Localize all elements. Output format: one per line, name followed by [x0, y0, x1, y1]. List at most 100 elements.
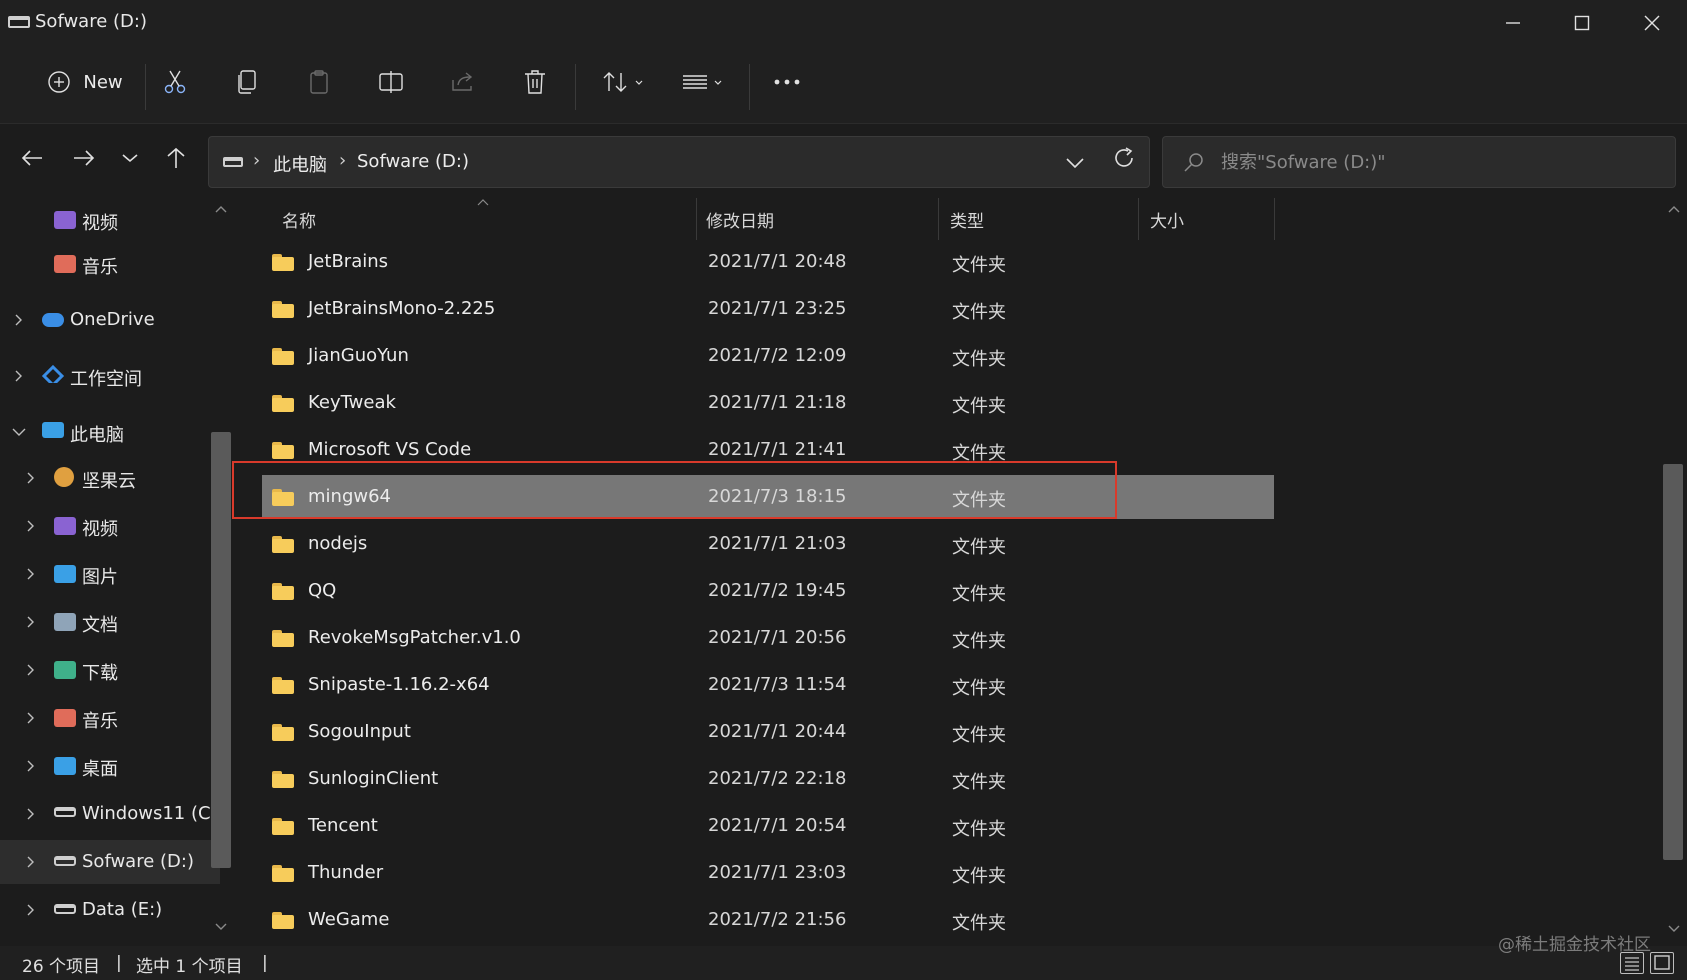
file-row[interactable]: SogouInput 2021/7/1 20:44 文件夹 — [262, 710, 1274, 754]
chevron-right-icon[interactable] — [24, 855, 38, 869]
scroll-up-icon[interactable] — [1667, 204, 1681, 214]
file-name: KeyTweak — [308, 392, 396, 413]
maximize-button[interactable] — [1547, 0, 1617, 46]
sidebar-item-drive-e[interactable]: Data (E:) — [0, 888, 220, 932]
copy-button[interactable] — [227, 58, 267, 106]
sidebar-item-desktop[interactable]: 桌面 — [0, 744, 220, 788]
file-modified-date: 2021/7/2 21:56 — [708, 909, 847, 930]
column-divider[interactable] — [696, 198, 697, 240]
file-row[interactable]: JianGuoYun 2021/7/2 12:09 文件夹 — [262, 334, 1274, 378]
chevron-down-icon[interactable] — [12, 425, 26, 439]
recent-locations-button[interactable] — [110, 138, 150, 178]
status-separator: | — [116, 953, 122, 973]
up-button[interactable] — [156, 138, 196, 178]
file-row[interactable]: JetBrainsMono-2.225 2021/7/1 23:25 文件夹 — [262, 287, 1274, 331]
sidebar-item-nutstore[interactable]: 坚果云 — [0, 456, 220, 500]
navigation-bar: › 此电脑 › Sofware (D:) — [0, 124, 1687, 198]
file-type: 文件夹 — [952, 819, 1006, 840]
file-list-scrollbar-thumb[interactable] — [1663, 464, 1683, 860]
rename-button[interactable] — [371, 58, 411, 106]
chevron-right-icon[interactable] — [12, 369, 26, 383]
sidebar-item-music[interactable]: 音乐 — [0, 696, 220, 740]
sidebar-item-pictures[interactable]: 图片 — [0, 552, 220, 596]
scroll-down-icon[interactable] — [214, 922, 228, 932]
search-icon — [1184, 153, 1203, 172]
chevron-right-icon[interactable] — [12, 313, 26, 327]
file-row[interactable]: QQ 2021/7/2 19:45 文件夹 — [262, 569, 1274, 613]
sidebar-item-onedrive[interactable]: OneDrive — [0, 298, 220, 342]
chevron-right-icon[interactable] — [24, 759, 38, 773]
breadcrumb-this-pc[interactable]: 此电脑 — [273, 151, 327, 177]
view-button[interactable] — [676, 58, 730, 106]
search-box[interactable] — [1162, 136, 1676, 188]
forward-button[interactable] — [64, 138, 104, 178]
file-row[interactable]: Thunder 2021/7/1 23:03 文件夹 — [262, 851, 1274, 895]
file-type: 文件夹 — [952, 302, 1006, 323]
breadcrumb-drive[interactable]: Sofware (D:) — [357, 151, 469, 172]
column-divider[interactable] — [1138, 198, 1139, 240]
file-row[interactable]: KeyTweak 2021/7/1 21:18 文件夹 — [262, 381, 1274, 425]
column-header-name[interactable]: 名称 — [282, 198, 316, 240]
sidebar-item-label: Windows11 (C — [82, 803, 211, 824]
folder-icon — [272, 395, 294, 412]
column-divider[interactable] — [1274, 198, 1275, 240]
column-header-type[interactable]: 类型 — [950, 198, 984, 240]
selection-count: 选中 1 个项目 — [136, 957, 243, 977]
chevron-right-icon[interactable] — [24, 711, 38, 725]
window-title: Sofware (D:) — [35, 11, 147, 32]
sidebar-item-downloads[interactable]: 下载 — [0, 648, 220, 692]
more-options-button[interactable] — [767, 58, 807, 106]
delete-button[interactable] — [515, 58, 555, 106]
paste-button[interactable] — [299, 58, 339, 106]
column-divider[interactable] — [938, 198, 939, 240]
sort-ascending-icon — [477, 199, 489, 206]
sidebar-scrollbar-thumb[interactable] — [211, 432, 231, 868]
scroll-up-icon[interactable] — [214, 204, 228, 214]
minimize-icon — [1506, 22, 1520, 24]
scroll-down-icon[interactable] — [1667, 924, 1681, 934]
file-type: 文件夹 — [952, 913, 1006, 934]
details-view-button[interactable] — [1620, 952, 1644, 974]
file-list-scrollbar[interactable] — [1660, 198, 1687, 946]
toolbar-divider — [575, 64, 576, 110]
file-row[interactable]: RevokeMsgPatcher.v1.0 2021/7/1 20:56 文件夹 — [262, 616, 1274, 660]
file-row[interactable]: Snipaste-1.16.2-x64 2021/7/3 11:54 文件夹 — [262, 663, 1274, 707]
file-name: RevokeMsgPatcher.v1.0 — [308, 627, 521, 648]
sidebar-item-music[interactable]: 音乐 — [0, 242, 220, 286]
chevron-right-icon[interactable] — [24, 903, 38, 917]
file-row[interactable]: nodejs 2021/7/1 21:03 文件夹 — [262, 522, 1274, 566]
sidebar-item-drive-d[interactable]: Sofware (D:) — [0, 840, 220, 884]
chevron-right-icon[interactable] — [24, 807, 38, 821]
file-row[interactable]: JetBrains 2021/7/1 20:48 文件夹 — [262, 240, 1274, 284]
back-button[interactable] — [12, 138, 52, 178]
new-button[interactable]: New — [26, 58, 144, 106]
address-history-button[interactable] — [1057, 145, 1093, 181]
chevron-right-icon[interactable] — [24, 663, 38, 677]
sidebar-item-this-pc[interactable]: 此电脑 — [0, 410, 220, 454]
large-icons-view-button[interactable] — [1650, 952, 1674, 974]
sidebar-item-documents[interactable]: 文档 — [0, 600, 220, 644]
minimize-button[interactable] — [1478, 0, 1548, 46]
chevron-right-icon[interactable] — [24, 615, 38, 629]
sidebar-item-videos[interactable]: 视频 — [0, 504, 220, 548]
cut-button[interactable] — [155, 58, 195, 106]
refresh-button[interactable] — [1104, 138, 1144, 178]
sidebar-item-drive-c[interactable]: Windows11 (C — [0, 792, 220, 836]
sidebar-scrollbar[interactable] — [208, 198, 234, 946]
column-header-date[interactable]: 修改日期 — [706, 198, 774, 240]
sort-button[interactable] — [597, 58, 651, 106]
search-input[interactable] — [1221, 149, 1661, 175]
file-name: JetBrainsMono-2.225 — [308, 298, 496, 319]
address-bar[interactable]: › 此电脑 › Sofware (D:) — [208, 136, 1150, 188]
share-button[interactable] — [443, 58, 483, 106]
file-row[interactable]: WeGame 2021/7/2 21:56 文件夹 — [262, 898, 1274, 942]
chevron-right-icon[interactable] — [24, 519, 38, 533]
chevron-right-icon[interactable] — [24, 471, 38, 485]
chevron-right-icon[interactable] — [24, 567, 38, 581]
sidebar-item-workspace[interactable]: 工作空间 — [0, 354, 220, 398]
close-button[interactable] — [1617, 0, 1687, 46]
file-row[interactable]: SunloginClient 2021/7/2 22:18 文件夹 — [262, 757, 1274, 801]
file-row[interactable]: Tencent 2021/7/1 20:54 文件夹 — [262, 804, 1274, 848]
sidebar-item-videos[interactable]: 视频 — [0, 198, 220, 242]
column-header-size[interactable]: 大小 — [1150, 198, 1184, 240]
